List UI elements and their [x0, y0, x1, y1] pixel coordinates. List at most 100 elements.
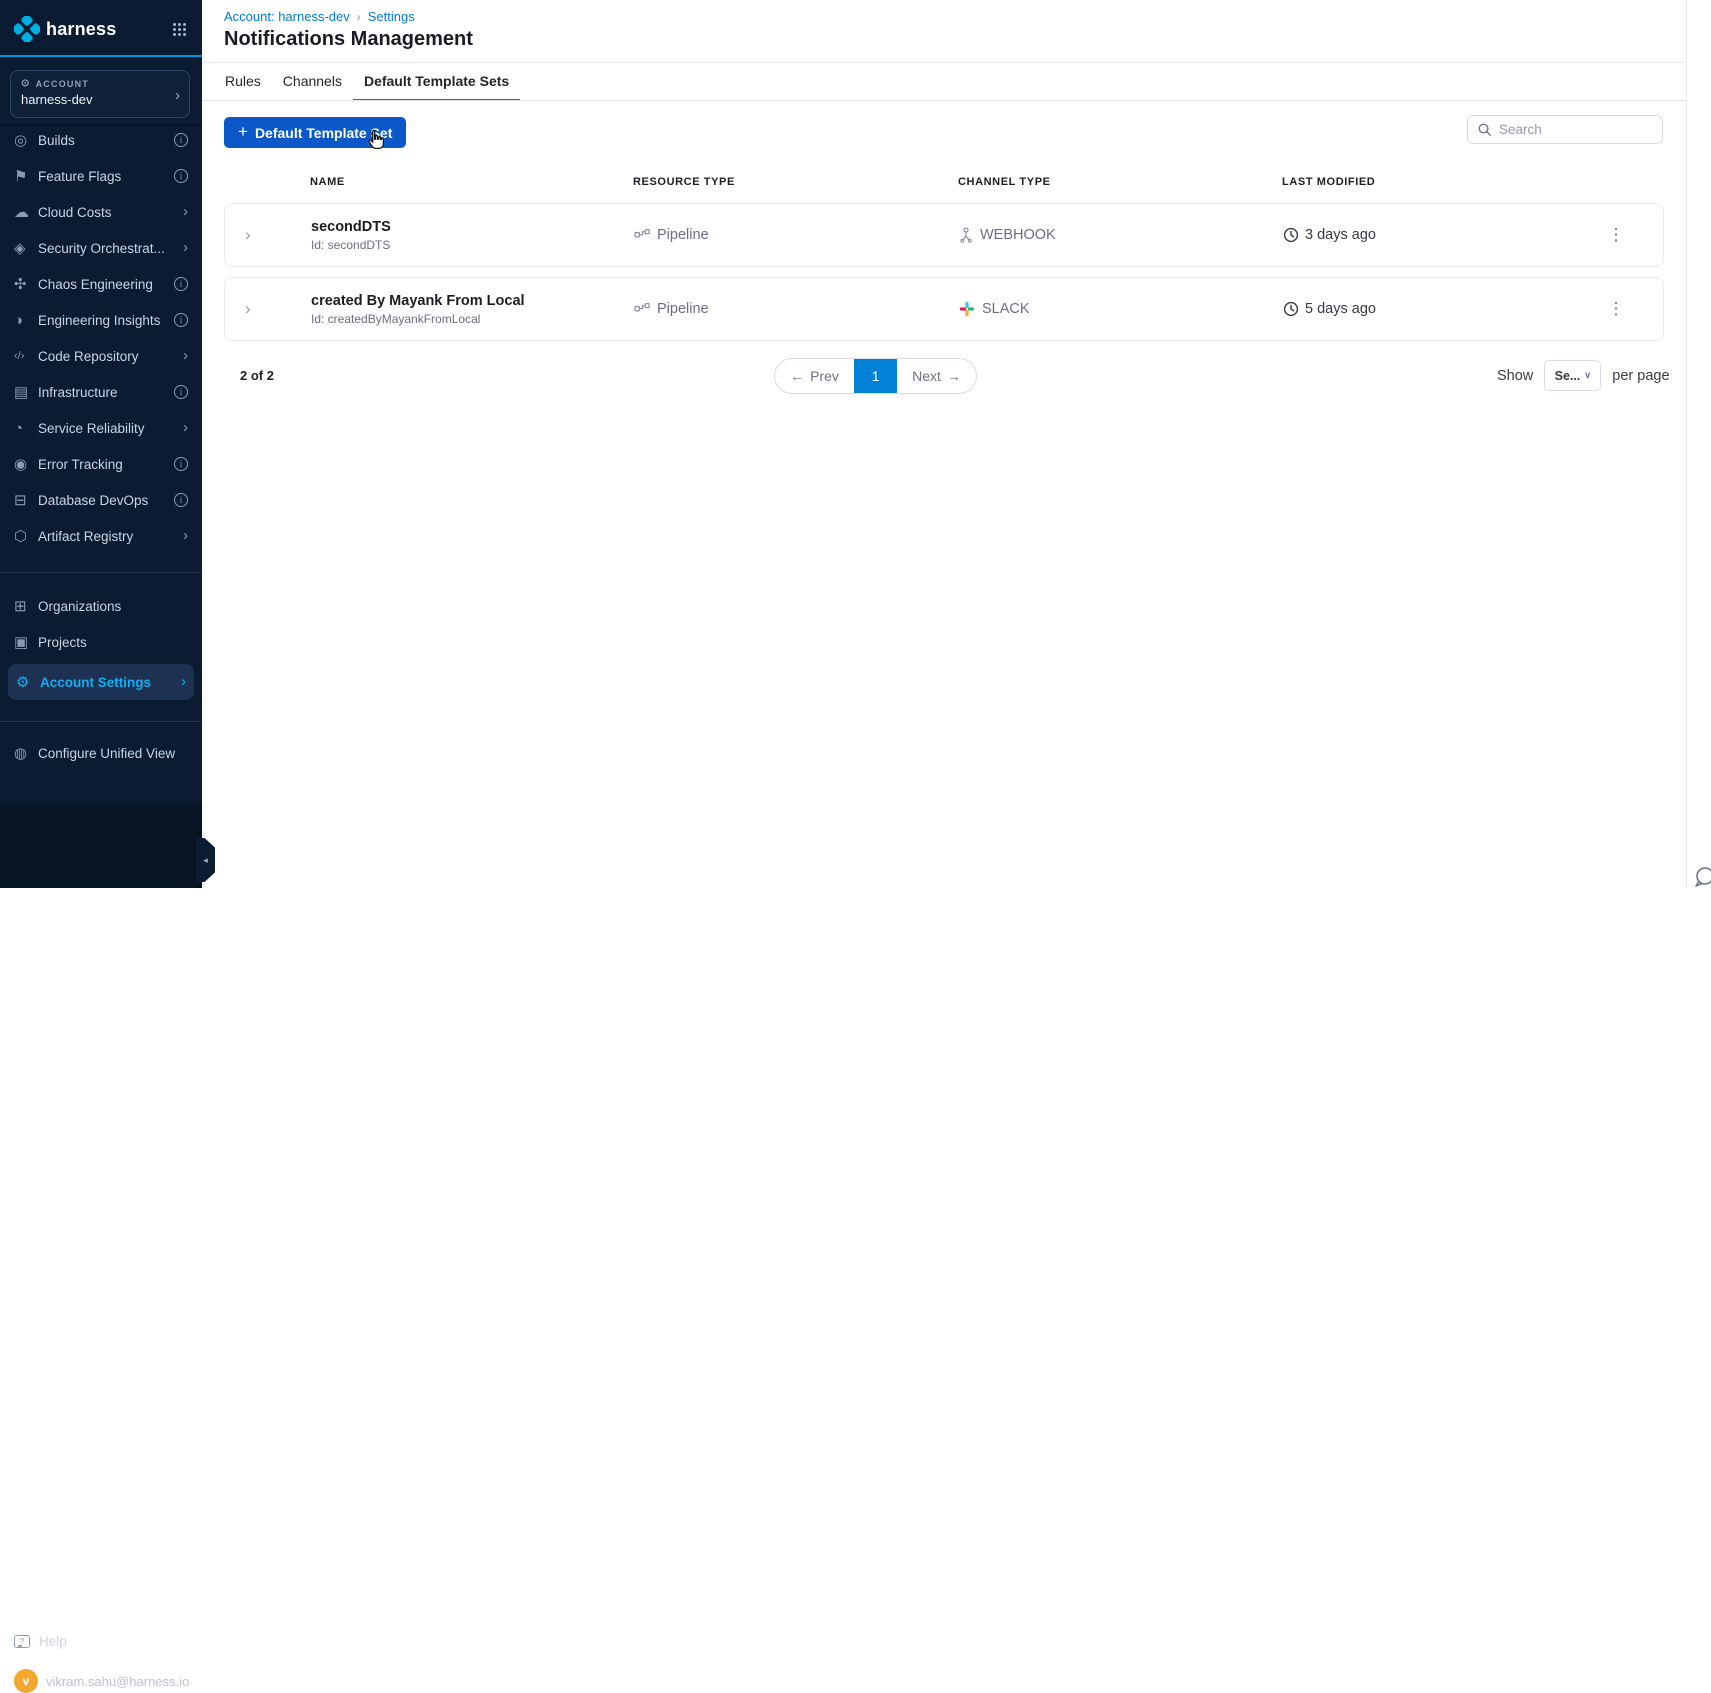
collapse-arrow-icon: ◂ — [203, 854, 208, 865]
info-icon[interactable] — [174, 169, 188, 183]
chevron-down-icon: ∨ — [1584, 370, 1591, 380]
sidebar-item-service-reliability[interactable]: ◔ Service Reliability — [0, 410, 202, 446]
app-grid-icon[interactable] — [173, 23, 186, 36]
sidebar-collapse-handle[interactable]: ◂ — [196, 838, 215, 882]
row-name: secondDTS — [311, 218, 391, 235]
search-icon — [1478, 123, 1491, 136]
row-name: created By Mayank From Local — [311, 292, 525, 309]
info-icon[interactable] — [174, 385, 188, 399]
account-selector[interactable]: ⊙ ACCOUNT harness-dev › — [10, 70, 190, 118]
slack-icon — [959, 301, 975, 317]
expand-chevron-icon[interactable]: › — [225, 225, 311, 245]
sidebar-item-chaos-engineering[interactable]: ✣ Chaos Engineering — [0, 266, 202, 302]
info-icon[interactable] — [174, 313, 188, 327]
column-header-resource-type: RESOURCE TYPE — [633, 176, 735, 188]
sidebar-item-builds[interactable]: ◎ Builds — [0, 122, 202, 158]
account-name: harness-dev — [21, 92, 93, 107]
sidebar-item-artifact-registry[interactable]: ⬡ Artifact Registry — [0, 518, 202, 554]
logo-wordmark: harness — [46, 18, 117, 39]
help-chat-icon: ? — [14, 1634, 30, 1648]
arrow-left-icon: ← — [790, 368, 805, 384]
sidebar-item-projects[interactable]: ▣ Projects — [0, 624, 202, 660]
avatar: v — [14, 1669, 38, 1693]
prev-page-button[interactable]: ← Prev — [775, 359, 854, 393]
channel-type-cell: WEBHOOK — [959, 227, 1283, 243]
sidebar-item-security-orchestration[interactable]: ◈ Security Orchestrat... — [0, 230, 202, 266]
table-header: NAME RESOURCE TYPE CHANNEL TYPE LAST MOD… — [224, 172, 1664, 192]
info-icon[interactable] — [174, 133, 188, 147]
code-repository-icon: ‹/› — [14, 350, 25, 362]
logo-underline — [0, 55, 202, 57]
chevron-right-icon — [183, 203, 188, 221]
chevron-right-icon — [183, 347, 188, 365]
sidebar-item-engineering-insights[interactable]: ◑ Engineering Insights — [0, 302, 202, 338]
sidebar-item-help[interactable]: ? Help — [0, 1623, 202, 1659]
user-profile[interactable]: v vikram.sahu@harness.io — [14, 1669, 189, 1693]
engineering-insights-icon: ◑ — [14, 311, 24, 329]
page-title: Notifications Management — [224, 28, 473, 50]
sidebar-item-database-devops[interactable]: ⊟ Database DevOps — [0, 482, 202, 518]
breadcrumb: Account: harness-dev › Settings — [224, 9, 415, 24]
chevron-right-icon — [183, 239, 188, 257]
channel-type-cell: SLACK — [959, 301, 1283, 317]
divider — [0, 572, 202, 573]
tab-bar-underline — [202, 100, 1686, 101]
table-row[interactable]: › secondDTS Id: secondDTS Pipeline WEBHO… — [224, 203, 1664, 267]
expand-chevron-icon[interactable]: › — [225, 299, 311, 319]
sidebar-item-cloud-costs[interactable]: ☁ Cloud Costs — [0, 194, 202, 230]
next-page-button[interactable]: Next → — [897, 359, 976, 393]
search-box — [1467, 115, 1663, 144]
pagination: ← Prev 1 Next → — [774, 358, 977, 394]
infrastructure-icon: ▤ — [14, 384, 29, 401]
show-label: Show — [1497, 367, 1534, 384]
page-size-select[interactable]: Se... ∨ — [1544, 360, 1602, 391]
info-icon[interactable] — [174, 457, 188, 471]
row-menu-kebab-icon[interactable]: ⋮ — [1600, 300, 1633, 317]
sidebar-item-feature-flags[interactable]: ⚑ Feature Flags — [0, 158, 202, 194]
service-reliability-icon: ◔ — [14, 419, 24, 437]
tab-rules[interactable]: Rules — [214, 63, 272, 101]
info-icon[interactable] — [174, 277, 188, 291]
resource-type-cell: Pipeline — [634, 227, 959, 243]
row-count-label: 2 of 2 — [240, 368, 274, 383]
user-email: vikram.sahu@harness.io — [46, 1673, 190, 1689]
info-icon[interactable] — [174, 493, 188, 507]
add-default-template-set-button[interactable]: + Default Template Set — [224, 117, 407, 148]
divider — [0, 721, 202, 722]
search-input[interactable] — [1499, 122, 1653, 137]
last-modified-cell: 5 days ago — [1283, 301, 1569, 317]
chevron-right-icon: › — [175, 87, 180, 104]
sidebar-item-infrastructure[interactable]: ▤ Infrastructure — [0, 374, 202, 410]
sidebar-item-code-repository[interactable]: ‹/› Code Repository — [0, 338, 202, 374]
row-menu-kebab-icon[interactable]: ⋮ — [1600, 226, 1633, 243]
sidebar: harness ⊙ ACCOUNT harness-dev › ◎ Builds… — [0, 0, 202, 1693]
chevron-right-icon — [181, 673, 186, 691]
configure-unified-view-icon: ◍ — [14, 745, 28, 762]
plus-icon: + — [238, 122, 248, 141]
artifact-registry-icon: ⬡ — [14, 528, 28, 545]
chevron-right-icon — [183, 419, 188, 437]
tab-default-template-sets[interactable]: Default Template Sets — [352, 63, 521, 101]
tab-bar: Rules Channels Default Template Sets — [214, 63, 521, 101]
builds-icon: ◎ — [14, 132, 28, 149]
sidebar-item-account-settings[interactable]: ⚙ Account Settings — [8, 664, 194, 700]
row-id: Id: secondDTS — [311, 237, 391, 252]
account-icon: ⊙ — [21, 78, 31, 89]
page-number-button[interactable]: 1 — [854, 359, 897, 393]
webhook-icon — [960, 227, 972, 243]
sidebar-item-configure-unified-view[interactable]: ◍ Configure Unified View — [0, 735, 202, 771]
column-header-last-modified: LAST MODIFIED — [1282, 176, 1376, 188]
sidebar-item-error-tracking[interactable]: ◉ Error Tracking — [0, 446, 202, 482]
breadcrumb-account-link[interactable]: Account: harness-dev — [224, 9, 350, 24]
table-row[interactable]: › created By Mayank From Local Id: creat… — [224, 277, 1664, 341]
breadcrumb-settings-link[interactable]: Settings — [368, 9, 415, 24]
clock-icon — [1283, 301, 1299, 317]
organizations-icon: ⊞ — [14, 598, 27, 615]
sidebar-item-organizations[interactable]: ⊞ Organizations — [0, 588, 202, 624]
pipeline-icon — [634, 302, 650, 312]
projects-icon: ▣ — [14, 634, 29, 651]
feature-flags-icon: ⚑ — [14, 168, 28, 185]
column-header-channel-type: CHANNEL TYPE — [958, 176, 1051, 188]
security-orchestration-icon: ◈ — [14, 240, 26, 257]
tab-channels[interactable]: Channels — [272, 63, 353, 101]
